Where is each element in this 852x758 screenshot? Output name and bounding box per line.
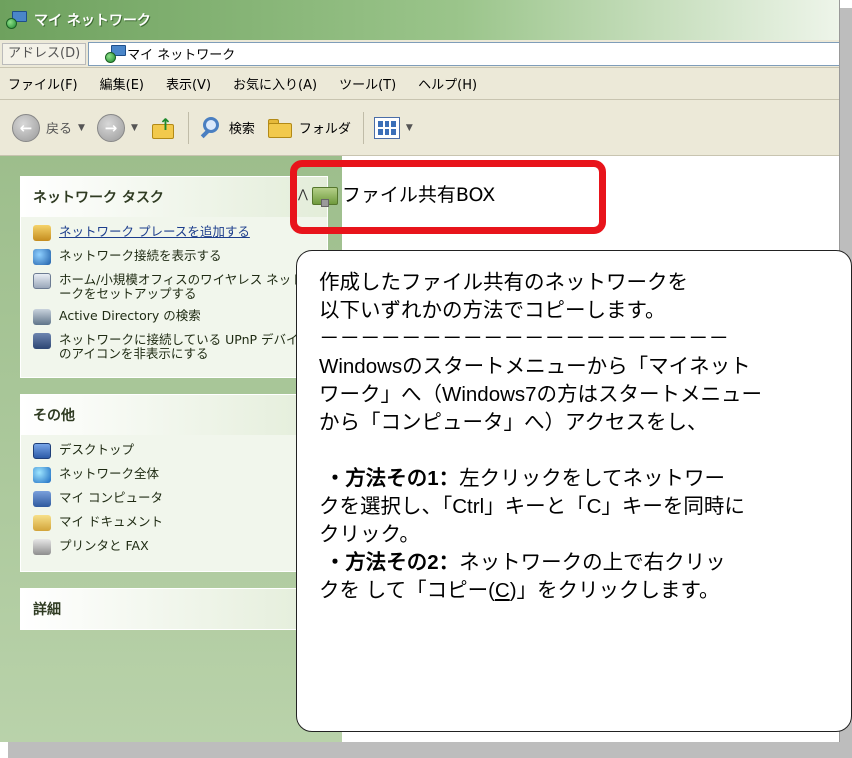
place-desktop[interactable]: デスクトップ: [33, 443, 317, 459]
chevron-down-icon[interactable]: ▼: [78, 123, 85, 133]
folders-button[interactable]: フォルダ: [267, 117, 351, 139]
menu-bar: ファイル(F) 編集(E) 表示(V) お気に入り(A) ツール(T) ヘルプ(…: [0, 68, 839, 100]
callout-line: Windowsのスタートメニューから「マイネット: [319, 355, 751, 378]
callout-line: から「コンピュータ」へ）アクセスをし、: [319, 411, 708, 434]
place-label: デスクトップ: [59, 442, 135, 457]
toolbar: ← 戻る ▼ → ▼ ↑ 検索 フォルダ ▼: [0, 100, 839, 156]
views-button[interactable]: ▼: [373, 116, 413, 139]
folders-label: フォルダ: [298, 122, 351, 137]
highlight-box: [290, 160, 606, 234]
place-my-documents[interactable]: マイ ドキュメント: [33, 515, 317, 531]
task-label: Active Directory の検索: [59, 308, 201, 323]
instruction-callout: 作成したファイル共有のネットワークを 以下いずれかの方法でコピーします。 －－－…: [296, 250, 852, 732]
my-computer-icon: [33, 491, 51, 507]
method-2-text: クを して「コピー(: [319, 579, 495, 602]
place-entire-network[interactable]: ネットワーク全体: [33, 467, 317, 483]
toolbar-separator: [362, 111, 364, 144]
up-button[interactable]: ↑: [150, 115, 176, 141]
method-2-text: ネットワークの上で右クリッ: [459, 551, 726, 574]
task-view-connections[interactable]: ネットワーク接続を表示する: [33, 249, 317, 265]
chevron-down-icon[interactable]: ▼: [131, 123, 138, 133]
method-2-label: ・方法その2：: [324, 551, 460, 574]
method-1: ・方法その1：左クリックをしてネットワー: [319, 465, 835, 493]
callout-line: クを選択し、「Ctrl」キーと「C」キーを同時に: [319, 495, 745, 518]
other-places-panel: その他 デスクトップ ネットワーク全体 マイ コンピュータ マイ ドキュメント: [20, 394, 328, 572]
title-bar[interactable]: マイ ネットワーク: [0, 0, 839, 40]
network-tasks-title: ネットワーク タスク: [33, 190, 164, 206]
place-printers-fax[interactable]: プリンタと FAX: [33, 539, 317, 555]
network-connections-icon: [33, 249, 51, 265]
place-label: マイ コンピュータ: [59, 490, 163, 505]
menu-view[interactable]: 表示(V): [166, 74, 211, 93]
network-icon: [99, 44, 127, 63]
callout-line: ワーク」へ（Windows7の方はスタートメニュー: [319, 383, 763, 406]
task-label: ホーム/小規模オフィスのワイヤレス ネットワークをセットアップする: [59, 272, 317, 301]
upnp-device-icon: [33, 333, 51, 349]
details-title: 詳細: [33, 602, 61, 618]
address-value: マイ ネットワーク: [127, 48, 236, 63]
network-tasks-header[interactable]: ネットワーク タスク: [21, 177, 327, 217]
task-label: ネットワーク プレースを追加する: [59, 224, 250, 239]
task-add-network-place[interactable]: ネットワーク プレースを追加する: [33, 225, 317, 241]
other-places-header[interactable]: その他: [21, 395, 327, 435]
task-label: ネットワークに接続している UPnP デバイスのアイコンを非表示にする: [59, 332, 311, 361]
back-label: 戻る: [46, 122, 73, 137]
toolbar-separator: [187, 111, 189, 144]
my-documents-icon: [33, 515, 51, 531]
callout-line: クを して「コピー(C)」をクリックします。: [319, 577, 835, 605]
task-setup-wireless[interactable]: ホーム/小規模オフィスのワイヤレス ネットワークをセットアップする: [33, 273, 317, 301]
task-hide-upnp-icons[interactable]: ネットワークに接続している UPnP デバイスのアイコンを非表示にする: [33, 333, 317, 361]
network-icon: [6, 11, 28, 29]
details-header[interactable]: 詳細 ⋁: [21, 589, 327, 629]
task-label: ネットワーク接続を表示する: [59, 248, 222, 263]
method-1-label: ・方法その1：: [324, 467, 460, 490]
active-directory-icon: [33, 309, 51, 325]
menu-file[interactable]: ファイル(F): [8, 74, 78, 93]
address-bar: アドレス(D) マイ ネットワーク: [0, 40, 839, 68]
desktop-icon: [33, 443, 51, 459]
task-search-active-directory[interactable]: Active Directory の検索: [33, 309, 317, 325]
back-button[interactable]: ← 戻る ▼: [12, 113, 85, 142]
details-panel: 詳細 ⋁: [20, 588, 328, 630]
views-icon: [373, 116, 400, 139]
place-my-computer[interactable]: マイ コンピュータ: [33, 491, 317, 507]
entire-network-icon: [33, 467, 51, 483]
method-2-text: )」をクリックします。: [509, 579, 720, 602]
forward-button[interactable]: → ▼: [96, 113, 138, 142]
callout-divider: －－－－－－－－－－－－－－－－－－－－: [319, 327, 729, 350]
menu-favorites[interactable]: お気に入り(A): [233, 74, 317, 93]
search-icon: [199, 116, 223, 140]
address-field[interactable]: マイ ネットワーク: [88, 41, 839, 66]
place-label: ネットワーク全体: [59, 466, 160, 481]
search-button[interactable]: 検索: [199, 116, 255, 140]
copy-shortcut-key: C: [494, 579, 510, 602]
address-label: アドレス(D): [2, 42, 87, 65]
callout-line: クリック。: [319, 523, 420, 546]
menu-edit[interactable]: 編集(E): [100, 74, 144, 93]
place-label: プリンタと FAX: [59, 538, 149, 553]
task-pane: ネットワーク タスク ネットワーク プレースを追加する ネットワーク接続を表示す…: [0, 156, 342, 742]
menu-help[interactable]: ヘルプ(H): [418, 74, 477, 93]
method-1-text: 左クリックをしてネットワー: [459, 467, 725, 490]
other-places-title: その他: [33, 408, 75, 424]
place-label: マイ ドキュメント: [59, 514, 163, 529]
network-tasks-panel: ネットワーク タスク ネットワーク プレースを追加する ネットワーク接続を表示す…: [20, 176, 328, 378]
wireless-network-icon: [33, 273, 51, 289]
folder-up-icon: ↑: [150, 115, 176, 141]
folder-icon: [267, 117, 293, 139]
callout-line: 作成したファイル共有のネットワークを: [319, 271, 688, 294]
method-2: ・方法その2：ネットワークの上で右クリッ: [319, 549, 835, 577]
search-label: 検索: [228, 122, 255, 137]
menu-tools[interactable]: ツール(T): [339, 74, 396, 93]
callout-line: 以下いずれかの方法でコピーします。: [319, 299, 666, 322]
back-arrow-icon: ←: [12, 113, 40, 142]
add-network-place-icon: [33, 225, 51, 241]
printer-icon: [33, 539, 51, 555]
forward-arrow-icon: →: [96, 113, 125, 142]
chevron-down-icon[interactable]: ▼: [406, 123, 413, 133]
window-title: マイ ネットワーク: [34, 13, 151, 29]
